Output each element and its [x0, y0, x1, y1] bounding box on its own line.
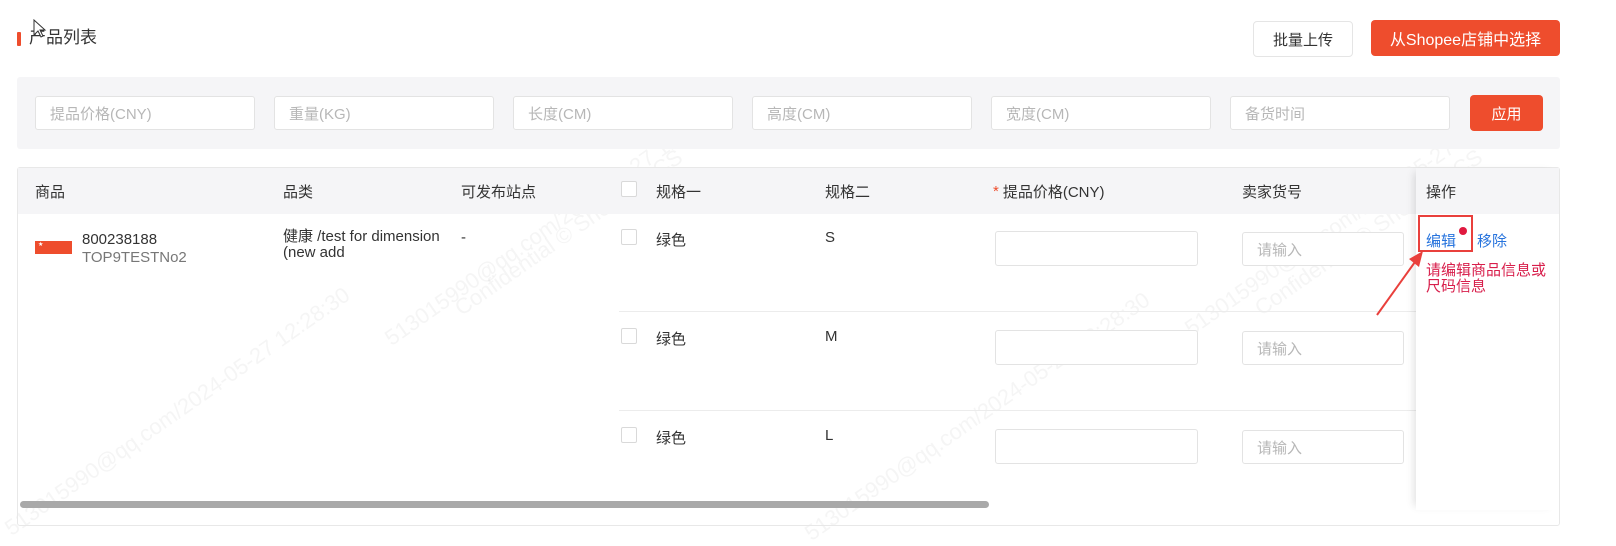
edit-hint-text: 请编辑商品信息或尺码信息: [1426, 262, 1547, 295]
stock-time-filter-input[interactable]: 备货时间: [1230, 96, 1450, 130]
product-sites: -: [461, 229, 466, 246]
length-filter-input[interactable]: 长度(CM): [513, 96, 733, 130]
header-spec1: 规格一: [656, 183, 702, 201]
variant-seller-sku-input[interactable]: 请输入: [1242, 331, 1404, 365]
header-actions: 操作: [1426, 183, 1457, 201]
variant-price-input[interactable]: [995, 231, 1198, 266]
width-filter-input[interactable]: 宽度(CM): [991, 96, 1211, 130]
batch-upload-button[interactable]: 批量上传: [1253, 21, 1353, 57]
mouse-cursor-icon: [33, 19, 47, 38]
header-spec2: 规格二: [825, 183, 871, 201]
variant-spec2: M: [825, 328, 838, 345]
select-from-shop-button[interactable]: 从Shopee店铺中选择: [1371, 20, 1560, 56]
required-mark: *: [993, 182, 999, 200]
variant-spec1: 绿色: [656, 331, 687, 348]
table-header: [18, 168, 1559, 214]
variant-checkbox[interactable]: [621, 328, 637, 344]
weight-filter-input[interactable]: 重量(KG): [274, 96, 494, 130]
header-category: 品类: [283, 183, 314, 201]
variant-spec2: L: [825, 427, 834, 444]
variant-checkbox[interactable]: [621, 427, 637, 443]
row-divider: [619, 311, 1416, 312]
header-seller-sku: 卖家货号: [1242, 183, 1303, 201]
variant-spec1: 绿色: [656, 430, 687, 447]
header-price-label: 提品价格(CNY): [1002, 183, 1105, 201]
header-sites: 可发布站点: [461, 183, 537, 201]
height-filter-input[interactable]: 高度(CM): [752, 96, 972, 130]
row-divider: [619, 410, 1416, 411]
variant-spec2: S: [825, 229, 836, 246]
remove-link[interactable]: 移除: [1477, 230, 1507, 251]
apply-button[interactable]: 应用: [1470, 95, 1543, 131]
variant-seller-sku-input[interactable]: 请输入: [1242, 430, 1404, 464]
product-id: 800238188: [82, 231, 158, 248]
product-sku: TOP9TESTNo2: [82, 249, 187, 266]
product-category: 健康 /test for dimension (new add: [283, 228, 440, 261]
horizontal-scrollbar[interactable]: [20, 501, 989, 508]
section-accent-bar: [17, 32, 21, 46]
header-price: * 提品价格(CNY): [993, 168, 1105, 214]
variant-price-input[interactable]: [995, 429, 1198, 464]
annotation-arrow-icon: [1376, 251, 1423, 316]
price-filter-input[interactable]: 提品价格(CNY): [35, 96, 255, 130]
select-all-checkbox[interactable]: [621, 181, 637, 197]
notification-dot: [1459, 227, 1467, 235]
variant-spec1: 绿色: [656, 232, 687, 249]
variant-price-input[interactable]: [995, 330, 1198, 365]
header-product: 商品: [35, 183, 66, 201]
star-icon: ★: [38, 242, 44, 248]
variant-checkbox[interactable]: [621, 229, 637, 245]
